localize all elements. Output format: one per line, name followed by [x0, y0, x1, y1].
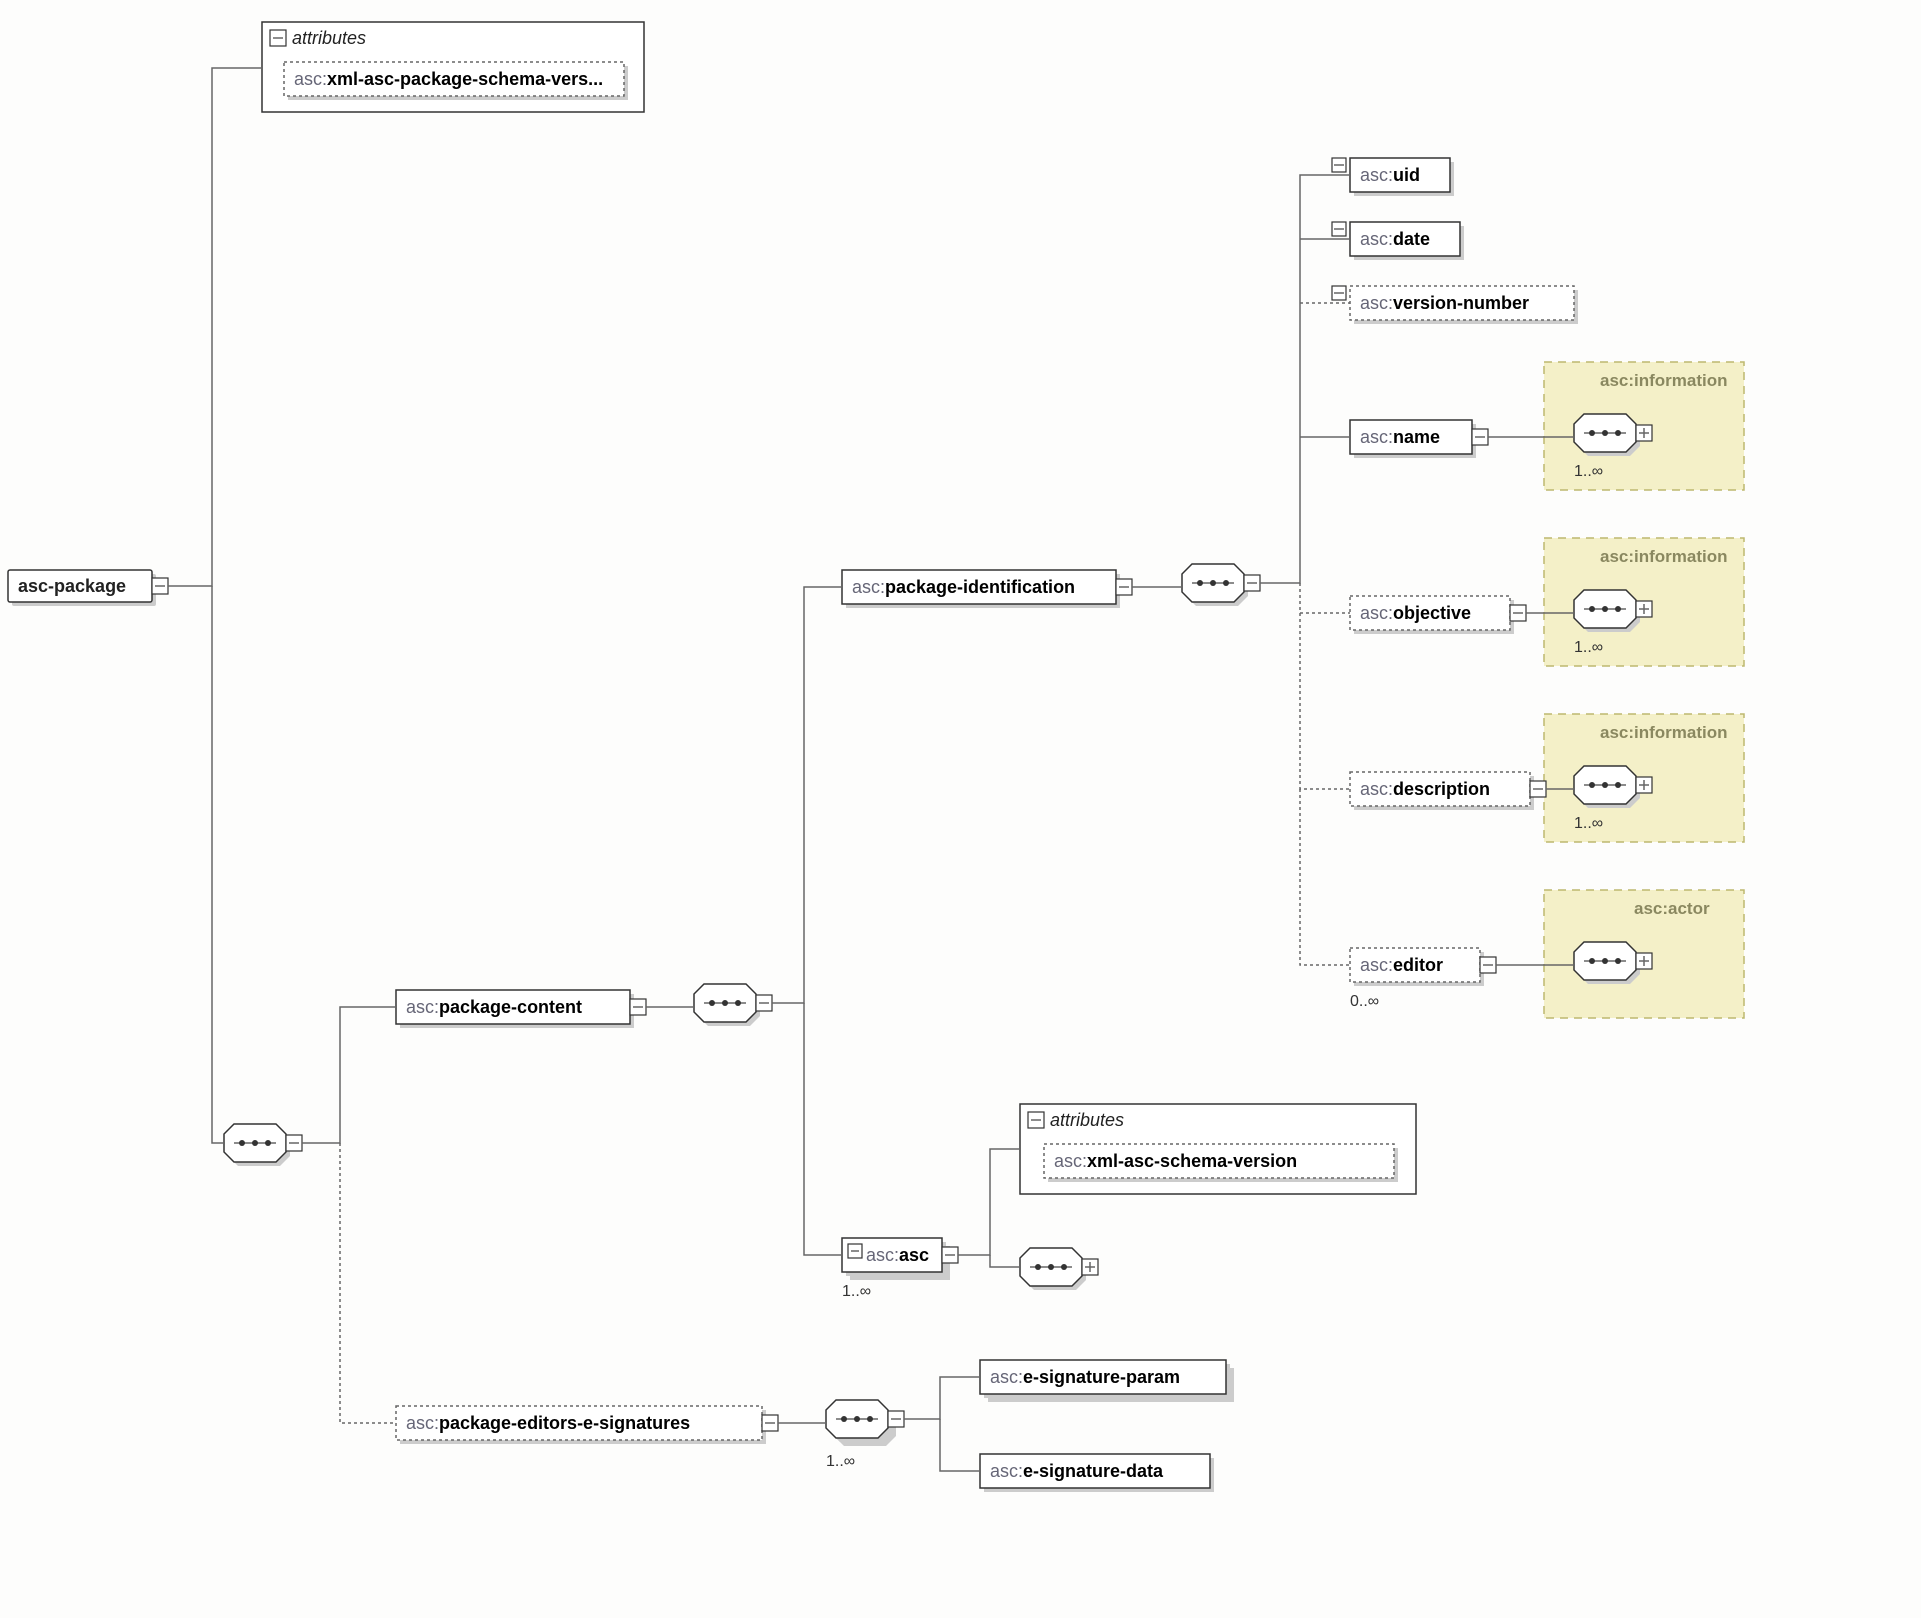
node-package-editors: asc:package-editors-e-signatures	[396, 1406, 778, 1444]
name-schema-version: xml-asc-package-schema-vers...	[327, 69, 603, 89]
node-asc-package: asc-package	[8, 570, 168, 606]
node-description: asc:description	[1350, 772, 1546, 810]
node-attributes-top: attributes asc:xml-asc-package-schema-ve…	[262, 22, 644, 112]
node-esig-data: asc:e-signature-data	[980, 1454, 1214, 1492]
svg-text:1..∞: 1..∞	[826, 1453, 855, 1470]
svg-text:asc:package-identification: asc:package-identification	[852, 577, 1075, 597]
svg-text:1..∞: 1..∞	[1574, 639, 1603, 656]
sequence-package-content	[694, 984, 772, 1026]
svg-text:asc:editor: asc:editor	[1360, 955, 1443, 975]
svg-text:1..∞: 1..∞	[1574, 463, 1603, 480]
svg-text:1..∞: 1..∞	[842, 1283, 871, 1300]
node-package-identification: asc:package-identification	[842, 570, 1132, 608]
svg-text:asc:package-content: asc:package-content	[406, 997, 582, 1017]
node-esig-param: asc:e-signature-param	[980, 1360, 1234, 1402]
svg-text:asc:objective: asc:objective	[1360, 603, 1471, 623]
node-version-number: asc:version-number	[1350, 286, 1578, 324]
svg-text:asc:date: asc:date	[1360, 229, 1430, 249]
svg-text:asc:e-signature-param: asc:e-signature-param	[990, 1367, 1180, 1387]
svg-text:asc:information: asc:information	[1600, 371, 1728, 390]
svg-text:asc:version-number: asc:version-number	[1360, 293, 1529, 313]
label-asc-package: asc-package	[18, 576, 126, 596]
svg-text:1..∞: 1..∞	[1574, 815, 1603, 832]
svg-text:asc:uid: asc:uid	[1360, 165, 1420, 185]
svg-text:attributes: attributes	[1050, 1110, 1124, 1130]
node-date: asc:date	[1350, 222, 1464, 260]
svg-text:asc:actor: asc:actor	[1634, 899, 1710, 918]
node-attributes-asc: attributes asc:xml-asc-schema-version	[1020, 1104, 1416, 1194]
label-attributes-top: attributes	[292, 28, 366, 48]
node-objective: asc:objective	[1350, 596, 1526, 634]
node-package-content: asc:package-content	[396, 990, 646, 1028]
svg-text:asc:name: asc:name	[1360, 427, 1440, 447]
prefix-schema-version: asc:	[294, 69, 327, 89]
svg-text:asc:description: asc:description	[1360, 779, 1490, 799]
seq-asc-asc	[1020, 1248, 1098, 1290]
svg-text:0..∞: 0..∞	[1350, 993, 1379, 1010]
node-name: asc:name	[1350, 420, 1488, 458]
node-asc-asc: asc:asc 1..∞	[842, 1238, 958, 1300]
sequence-package-id	[1182, 564, 1260, 606]
node-editor: asc:editor 0..∞	[1350, 948, 1496, 1010]
svg-text:asc:information: asc:information	[1600, 723, 1728, 742]
svg-text:asc:xml-asc-package-schema-ver: asc:xml-asc-package-schema-vers...	[294, 69, 603, 89]
svg-text:asc:asc: asc:asc	[866, 1245, 929, 1265]
svg-text:asc:information: asc:information	[1600, 547, 1728, 566]
node-uid: asc:uid	[1350, 158, 1454, 196]
svg-text:asc:xml-asc-schema-version: asc:xml-asc-schema-version	[1054, 1151, 1297, 1171]
schema-diagram: asc-package attributes asc:xml-asc-packa…	[0, 0, 1921, 1618]
svg-text:asc:e-signature-data: asc:e-signature-data	[990, 1461, 1164, 1481]
svg-text:asc:package-editors-e-signatur: asc:package-editors-e-signatures	[406, 1413, 690, 1433]
seq-package-editors: 1..∞	[826, 1400, 904, 1470]
sequence-root	[224, 1124, 302, 1166]
